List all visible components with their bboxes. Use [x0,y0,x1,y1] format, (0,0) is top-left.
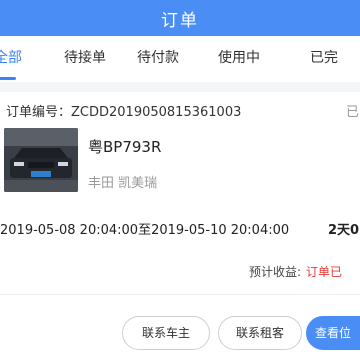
order-tabs: 全部 待接单 待付款 使用中 已完 [0,36,360,83]
view-location-button[interactable]: 查看位 [306,316,360,350]
rent-duration: 2天0 [328,223,360,238]
section-gap [0,82,360,92]
tab-label: 使用中 [218,50,260,66]
order-number-value: ZCDD2019050815361003 [71,105,242,120]
divider [0,294,360,295]
active-tab-indicator [0,77,16,80]
tab-pending-accept[interactable]: 待接单 [64,36,106,82]
car-image [4,128,78,192]
order-number-label: 订单编号： [6,105,72,120]
tab-label: 已完 [310,50,338,66]
page-title: 订单 [161,10,199,31]
contact-owner-button[interactable]: 联系车主 [122,316,210,350]
order-number: 订单编号：ZCDD2019050815361003 [6,101,241,120]
contact-renter-button[interactable]: 联系租客 [218,316,302,350]
tab-in-use[interactable]: 使用中 [218,36,260,82]
income-value: 订单已 [306,265,343,279]
tab-pending-payment[interactable]: 待付款 [137,36,179,82]
car-plate: 粤BP793R [88,138,162,156]
tab-label: 全部 [0,50,22,66]
rent-time-range: 2019-05-08 20:04:00至2019-05-10 20:04:00 [0,223,290,238]
tab-label: 待接单 [64,50,106,66]
car-photo[interactable] [4,128,78,192]
income-label: 预计收益: [249,265,302,279]
app-header: 订单 [0,0,360,36]
car-model: 丰田 凯美瑞 [88,176,158,191]
tab-label: 待付款 [137,50,179,66]
tab-all[interactable]: 全部 [0,36,22,82]
order-status: 已 [346,105,360,120]
tab-completed[interactable]: 已完 [310,36,338,82]
